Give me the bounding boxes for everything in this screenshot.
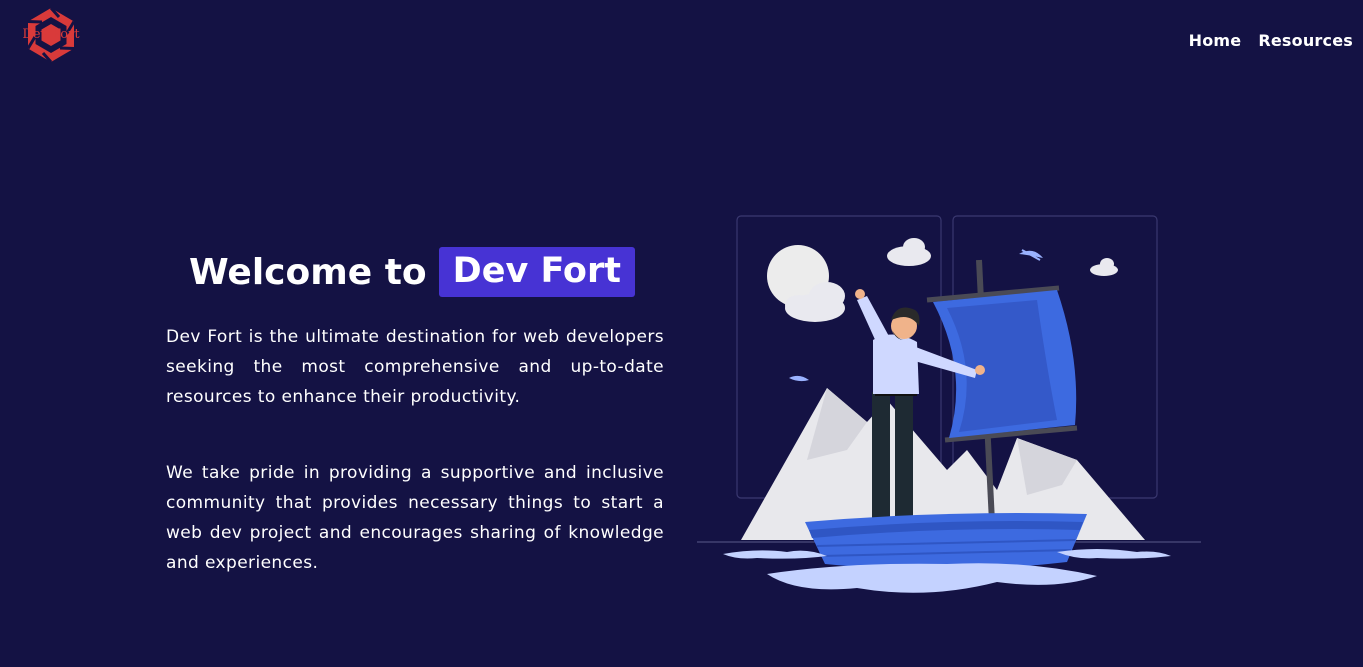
hero-title: Welcome to Dev Fort	[189, 247, 635, 297]
logo[interactable]: Dev Fort	[14, 7, 88, 67]
top-nav: Home Resources	[1189, 31, 1353, 50]
hero-paragraph-1: Dev Fort is the ultimate destination for…	[166, 327, 664, 407]
sailboat-illustration	[697, 215, 1201, 593]
hero-title-prefix: Welcome to	[189, 251, 427, 293]
page: Dev Fort Home Resources Welcome to Dev F…	[0, 0, 1363, 667]
logo-text: Dev Fort	[22, 27, 80, 42]
nav-home-link[interactable]: Home	[1189, 31, 1242, 50]
nav-resources-link[interactable]: Resources	[1258, 31, 1353, 50]
hero-paragraph-2: We take pride in providing a supportive …	[166, 463, 664, 573]
hero-title-brand: Dev Fort	[438, 247, 635, 297]
